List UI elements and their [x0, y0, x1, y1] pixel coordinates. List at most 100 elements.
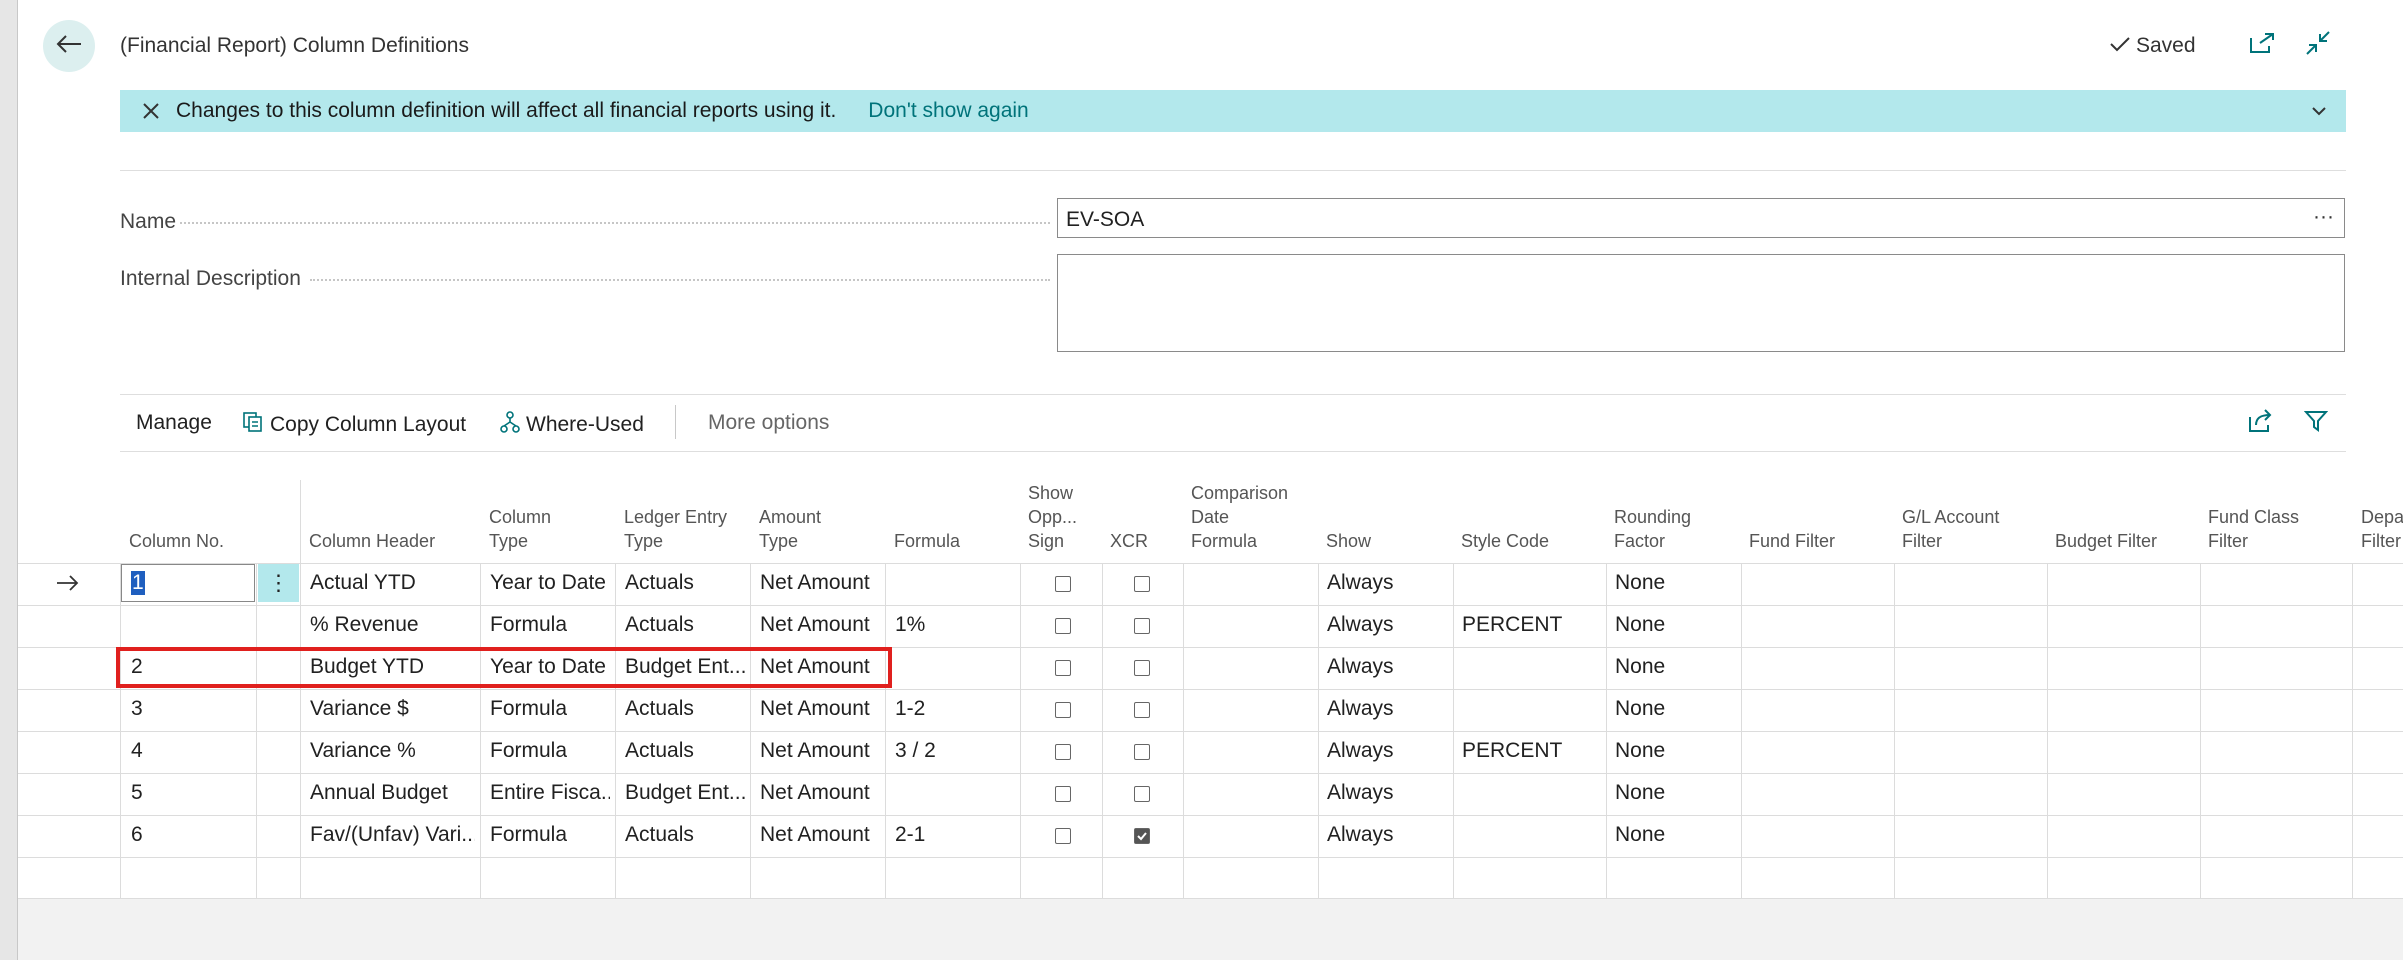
cell-ledger[interactable]: Actuals — [625, 571, 694, 595]
cell-amount[interactable]: Net Amount — [760, 739, 870, 763]
manage-button[interactable]: Manage — [136, 411, 212, 435]
show-opposite-sign-checkbox[interactable] — [1055, 660, 1071, 676]
cell-rounding[interactable]: None — [1615, 781, 1665, 805]
column-header-text: Depa — [2361, 507, 2403, 527]
column-header-show[interactable]: Show — [1326, 529, 1371, 553]
column-header-ledger[interactable]: Ledger Entry Type — [624, 505, 727, 553]
cell-rounding[interactable]: None — [1615, 739, 1665, 763]
cell-formula[interactable]: 2-1 — [895, 823, 925, 847]
xcr-checkbox[interactable] — [1134, 660, 1150, 676]
cell-header[interactable]: Annual Budget — [310, 781, 448, 805]
cell-type[interactable]: Year to Date — [490, 571, 606, 595]
column-header-formula[interactable]: Formula — [894, 529, 960, 553]
cell-show[interactable]: Always — [1327, 655, 1394, 679]
cell-show[interactable]: Always — [1327, 739, 1394, 763]
lookup-ellipsis-button[interactable]: ··· — [2313, 205, 2334, 229]
chevron-down-icon[interactable] — [2308, 100, 2330, 122]
cell-no[interactable]: 5 — [131, 781, 143, 805]
cell-header[interactable]: Variance % — [310, 739, 416, 763]
column-header-text: Formula — [894, 531, 961, 551]
column-header-gl[interactable]: G/L Account Filter — [1902, 505, 1999, 553]
show-opposite-sign-checkbox[interactable] — [1055, 744, 1071, 760]
copy-column-layout-button[interactable]: Copy Column Layout — [242, 411, 466, 439]
cell-no[interactable]: 6 — [131, 823, 143, 847]
cell-type[interactable]: Entire Fisca... — [490, 781, 610, 805]
cell-type[interactable]: Formula — [490, 739, 567, 763]
column-header-comparison[interactable]: Comparison Date Formula — [1191, 481, 1288, 553]
cell-rounding[interactable]: None — [1615, 655, 1665, 679]
row-actions-menu-button[interactable]: ⋮ — [258, 564, 299, 602]
show-opposite-sign-checkbox[interactable] — [1055, 618, 1071, 634]
cell-show[interactable]: Always — [1327, 613, 1394, 637]
column-header-budget[interactable]: Budget Filter — [2055, 529, 2157, 553]
column-header-text: Column — [489, 507, 552, 527]
cell-amount[interactable]: Net Amount — [760, 571, 870, 595]
column-header-amount[interactable]: Amount Type — [759, 505, 821, 553]
dont-show-again-link[interactable]: Don't show again — [868, 99, 1028, 123]
xcr-checkbox[interactable] — [1134, 576, 1150, 592]
cell-type[interactable]: Formula — [490, 823, 567, 847]
show-opposite-sign-checkbox[interactable] — [1055, 702, 1071, 718]
column-header-text: Column No. — [129, 531, 225, 551]
internal-description-field[interactable] — [1057, 254, 2345, 352]
close-icon[interactable] — [140, 100, 162, 122]
share-button[interactable] — [2248, 409, 2274, 439]
cell-type[interactable]: Formula — [490, 697, 567, 721]
xcr-checkbox[interactable] — [1134, 618, 1150, 634]
show-opposite-sign-checkbox[interactable] — [1055, 828, 1071, 844]
cell-header[interactable]: % Revenue — [310, 613, 419, 637]
show-opposite-sign-checkbox[interactable] — [1055, 576, 1071, 592]
cell-show[interactable]: Always — [1327, 697, 1394, 721]
cell-ledger[interactable]: Budget Ent... — [625, 781, 745, 805]
info-banner: Changes to this column definition will a… — [120, 90, 2346, 132]
more-options-button[interactable]: More options — [708, 411, 829, 435]
cell-show[interactable]: Always — [1327, 823, 1394, 847]
cell-show[interactable]: Always — [1327, 781, 1394, 805]
cell-ledger[interactable]: Actuals — [625, 697, 694, 721]
cell-rounding[interactable]: None — [1615, 613, 1665, 637]
column-header-show-opp[interactable]: Show Opp... Sign — [1028, 481, 1077, 553]
cell-rounding[interactable]: None — [1615, 697, 1665, 721]
cell-amount[interactable]: Net Amount — [760, 697, 870, 721]
collapse-button[interactable] — [2303, 30, 2333, 60]
cell-ledger[interactable]: Actuals — [625, 739, 694, 763]
cell-rounding[interactable]: None — [1615, 571, 1665, 595]
cell-formula[interactable]: 1-2 — [895, 697, 925, 721]
cell-no[interactable]: 4 — [131, 739, 143, 763]
back-button[interactable] — [43, 20, 95, 72]
where-used-button[interactable]: Where-Used — [500, 411, 644, 439]
column-header-header[interactable]: Column Header — [309, 529, 435, 553]
cell-amount[interactable]: Net Amount — [760, 613, 870, 637]
cell-show[interactable]: Always — [1327, 571, 1394, 595]
show-opposite-sign-checkbox[interactable] — [1055, 786, 1071, 802]
cell-header[interactable]: Fav/(Unfav) Vari... — [310, 823, 475, 847]
column-header-type[interactable]: Column Type — [489, 505, 551, 553]
column-header-fund[interactable]: Fund Filter — [1749, 529, 1835, 553]
column-header-xcr[interactable]: XCR — [1110, 529, 1148, 553]
column-header-style[interactable]: Style Code — [1461, 529, 1549, 553]
cell-no[interactable]: 3 — [131, 697, 143, 721]
cell-rounding[interactable]: None — [1615, 823, 1665, 847]
filter-button[interactable] — [2303, 409, 2329, 439]
cell-formula[interactable]: 3 / 2 — [895, 739, 936, 763]
xcr-checkbox[interactable] — [1134, 702, 1150, 718]
xcr-checkbox[interactable] — [1134, 786, 1150, 802]
name-field[interactable]: EV-SOA ··· — [1057, 198, 2345, 238]
cell-header[interactable]: Actual YTD — [310, 571, 416, 595]
cell-header[interactable]: Variance $ — [310, 697, 409, 721]
column-header-rounding[interactable]: Rounding Factor — [1614, 505, 1691, 553]
cell-style[interactable]: PERCENT — [1462, 739, 1562, 763]
cell-amount[interactable]: Net Amount — [760, 823, 870, 847]
cell-formula[interactable]: 1% — [895, 613, 925, 637]
xcr-checkbox[interactable] — [1134, 744, 1150, 760]
column-header-col-no[interactable]: Column No. — [129, 529, 224, 553]
cell-ledger[interactable]: Actuals — [625, 613, 694, 637]
xcr-checkbox[interactable] — [1134, 828, 1150, 844]
cell-ledger[interactable]: Actuals — [625, 823, 694, 847]
column-header-fund-class[interactable]: Fund Class Filter — [2208, 505, 2299, 553]
cell-style[interactable]: PERCENT — [1462, 613, 1562, 637]
open-in-new-window-button[interactable] — [2247, 30, 2277, 60]
cell-amount[interactable]: Net Amount — [760, 781, 870, 805]
column-header-dept[interactable]: Depa Filter — [2361, 505, 2403, 553]
cell-type[interactable]: Formula — [490, 613, 567, 637]
